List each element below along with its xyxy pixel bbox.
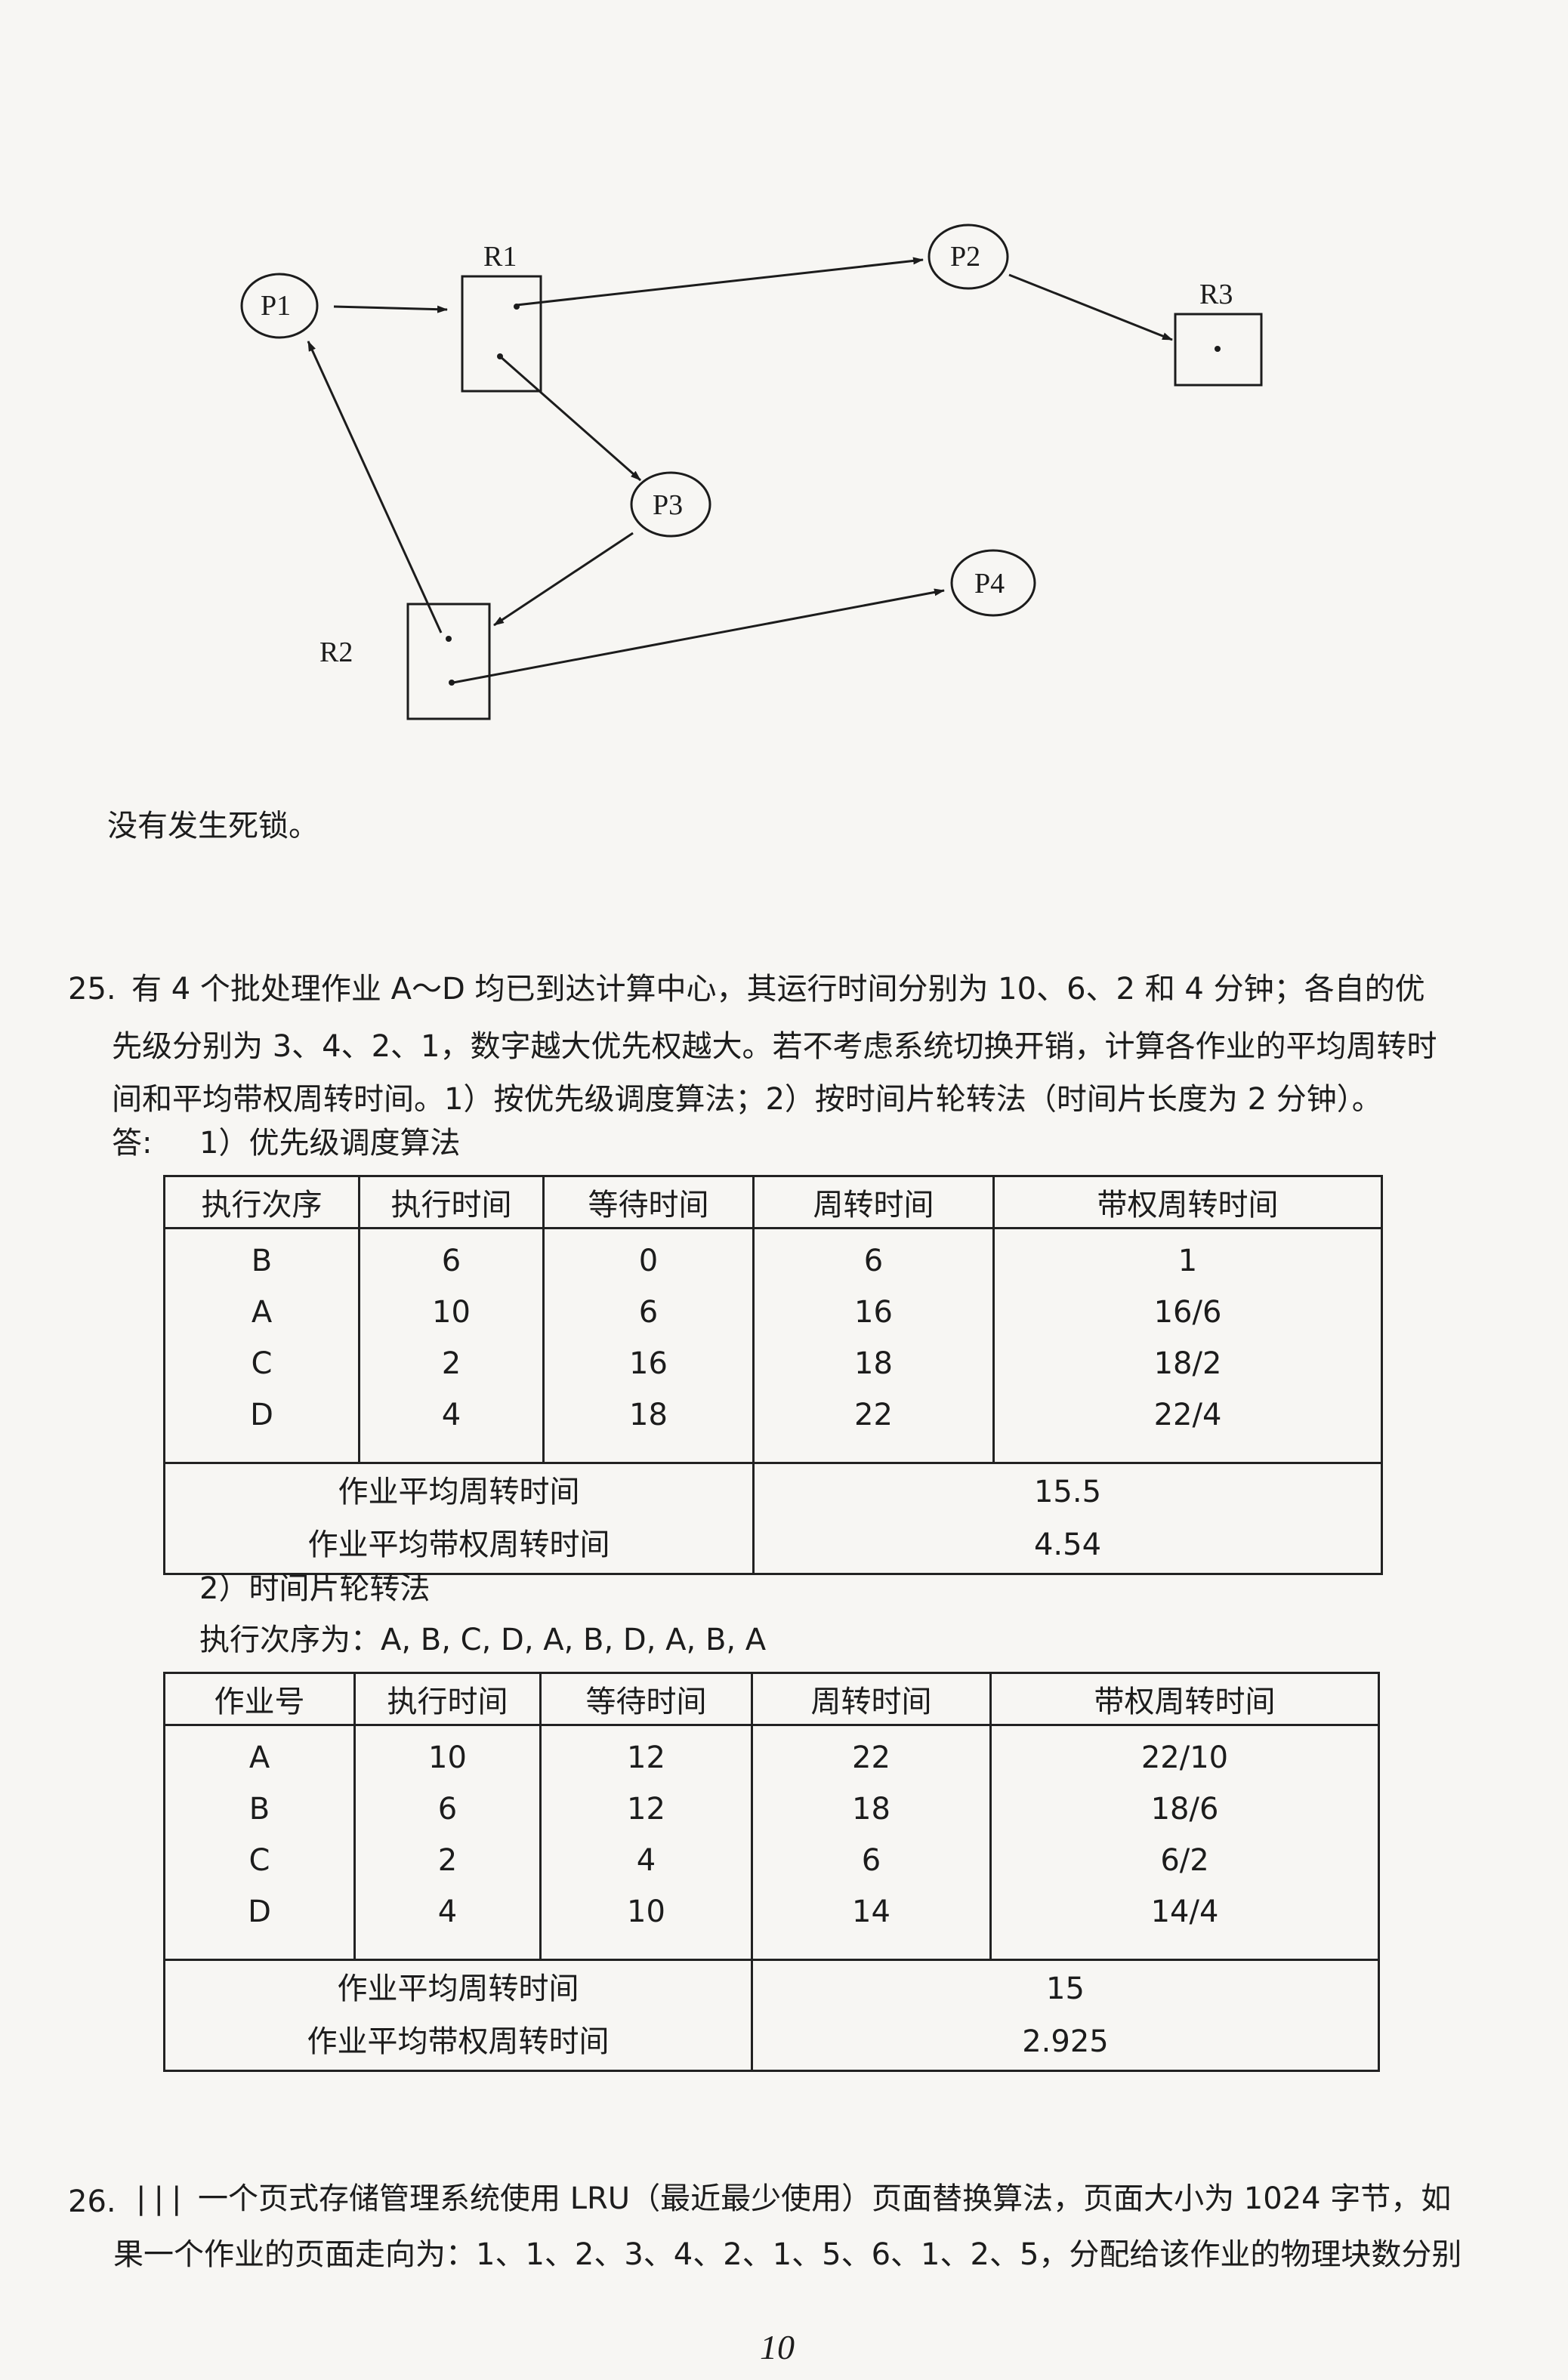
r1-label: R1 [483,241,517,273]
r2-label: R2 [319,637,353,668]
t1-summary-values: 15.5 4.54 [752,1462,1382,1574]
t2-header: 周转时间 [751,1672,991,1726]
t2-header: 执行时间 [353,1672,541,1726]
t2-header: 等待时间 [539,1672,752,1726]
t1-header: 执行次序 [164,1176,360,1229]
priority-scheduling-table: 执行次序 执行时间 等待时间 周转时间 带权周转时间 BACD 6 10 2 4 06… [163,1175,1383,1575]
t1-header: 执行时间 [358,1176,544,1229]
resource-allocation-graph [240,224,1263,720]
p3-label: P3 [653,489,684,521]
q26-line-1: 一个页式存储管理系统使用 LRU（最近最少使用）页面替换算法，页面大小为 102… [198,2181,1452,2216]
t1-header: 等待时间 [542,1176,754,1229]
t2-summary-labels: 作业平均周转时间 作业平均带权周转时间 [164,1959,752,2071]
edge-p3-r2 [493,532,634,627]
exec-order: 执行次序为：A, B, C, D, A, B, D, A, B, A [199,1623,767,1657]
resource-node-r1 [461,275,542,393]
q26-line-2: 果一个作业的页面走向为：1、1、2、3、4、2、1、5、6、1、2、5，分配给该… [113,2237,1462,2272]
p2-label: P2 [950,241,981,273]
edge-p2-r3 [1008,273,1173,341]
q25-line-1: 有 4 个批处理作业 A～D 均已到达计算中心，其运行时间分别为 10、6、2 … [131,972,1425,1007]
edge-r1-p3 [499,355,641,482]
t1-col-turnaround: 6 16 18 22 [752,1228,994,1463]
t1-col-weighted: 1 16/6 18/2 22/4 [992,1228,1382,1463]
t1-col-exec: 6 10 2 4 [358,1228,544,1463]
part2-title: 2）时间片轮转法 [199,1571,431,1606]
round-robin-table: 作业号 执行时间 等待时间 周转时间 带权周转时间 ABCD 10 6 2 4 12 1… [163,1672,1380,2072]
part1-title: 1）优先级调度算法 [199,1126,461,1161]
t1-header: 带权周转时间 [992,1176,1382,1229]
q26-number: 26. [68,2184,116,2219]
edge-r2-p1 [307,341,443,634]
p4-label: P4 [974,568,1005,600]
answer-prefix: 答: [112,1126,153,1161]
edge-r1-p2 [516,257,924,307]
p1-label: P1 [261,290,292,322]
q25-line-2: 先级分别为 3、4、2、1，数字越大优先权越大。若不考虑系统切换开销，计算各作业… [112,1029,1437,1064]
edge-p1-r1 [333,305,448,313]
t2-col-exec: 10 6 2 4 [353,1725,541,1960]
t1-summary-labels: 作业平均周转时间 作业平均带权周转时间 [164,1462,754,1574]
t1-col-order: BACD [250,1244,273,1432]
t1-col-wait: 0 6 16 18 [542,1228,754,1463]
q26-pen-marks: ||| [136,2181,190,2216]
q25-number: 25. [68,972,116,1007]
deadlock-conclusion: 没有发生死锁。 [107,809,319,843]
t2-header: 作业号 [164,1672,355,1726]
r3-label: R3 [1199,279,1233,310]
t2-col-weighted: 22/10 18/6 6/2 14/4 [989,1725,1379,1960]
page-number: 10 [760,2328,795,2366]
t2-header: 带权周转时间 [989,1672,1379,1726]
resource-node-r2 [406,603,491,720]
t2-col-turnaround: 22 18 6 14 [751,1725,991,1960]
t2-summary-values: 15 2.925 [751,1959,1379,2071]
t1-header: 周转时间 [752,1176,994,1229]
t2-col-job: ABCD [248,1740,271,1929]
t2-col-wait: 12 12 4 10 [539,1725,752,1960]
q25-line-3: 间和平均带权周转时间。1）按优先级调度算法；2）按时间片轮转法（时间片长度为 2… [112,1082,1382,1117]
